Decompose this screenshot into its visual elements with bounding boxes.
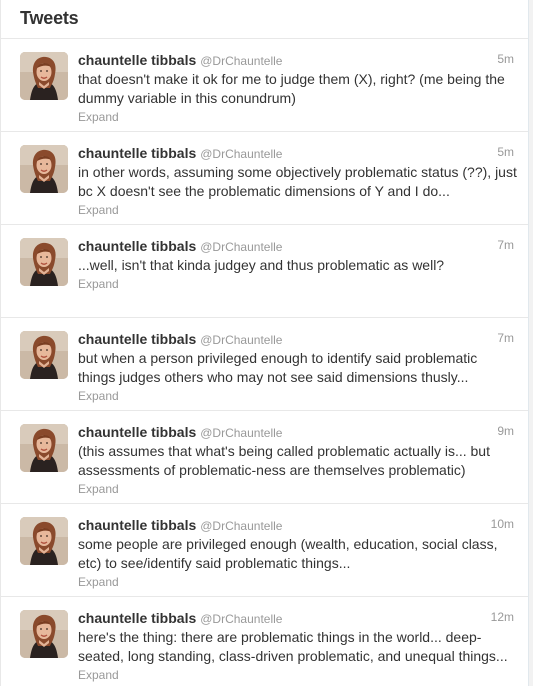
tweet[interactable]: chauntelle tibbals @DrChauntelle 9m (this… (1, 411, 528, 504)
tweet-text: (this assumes that what's being called p… (78, 443, 490, 478)
tweet-text: in other words, assuming some objectivel… (78, 164, 517, 199)
author-name[interactable]: chauntelle tibbals (78, 610, 196, 626)
author-handle[interactable]: @DrChauntelle (200, 54, 282, 68)
expand-link[interactable]: Expand (78, 668, 119, 682)
author-handle[interactable]: @DrChauntelle (200, 519, 282, 533)
tweet-text: but when a person privileged enough to i… (78, 350, 478, 385)
tweet-stream: Tweets chauntelle tibbals @DrChauntelle 5… (0, 0, 529, 686)
avatar[interactable] (20, 238, 68, 286)
tweet-text: that doesn't make it ok for me to judge … (78, 71, 505, 106)
author-handle[interactable]: @DrChauntelle (200, 333, 282, 347)
author-name[interactable]: chauntelle tibbals (78, 145, 196, 161)
tweet-header: chauntelle tibbals @DrChauntelle (78, 237, 516, 255)
profile-photo-icon (20, 517, 68, 565)
avatar[interactable] (20, 424, 68, 472)
profile-photo-icon (20, 331, 68, 379)
tweet-header: chauntelle tibbals @DrChauntelle (78, 516, 516, 534)
tweet-header: chauntelle tibbals @DrChauntelle (78, 609, 516, 627)
tweet[interactable]: chauntelle tibbals @DrChauntelle 12m here… (1, 597, 528, 686)
avatar[interactable] (20, 145, 68, 193)
tweet-header: chauntelle tibbals @DrChauntelle (78, 423, 516, 441)
expand-link[interactable]: Expand (78, 110, 119, 124)
profile-photo-icon (20, 52, 68, 100)
scrollbar-track[interactable] (529, 0, 533, 686)
tweet-text: here's the thing: there are problematic … (78, 629, 508, 664)
tweet-text: ...well, isn't that kinda judgey and thu… (78, 257, 445, 273)
author-name[interactable]: chauntelle tibbals (78, 517, 196, 533)
author-handle[interactable]: @DrChauntelle (200, 426, 282, 440)
avatar[interactable] (20, 517, 68, 565)
tweet[interactable]: chauntelle tibbals @DrChauntelle 5m in ot… (1, 132, 528, 225)
author-handle[interactable]: @DrChauntelle (200, 612, 282, 626)
tweet-timestamp[interactable]: 10m (491, 517, 514, 531)
profile-photo-icon (20, 238, 68, 286)
tweet[interactable]: chauntelle tibbals @DrChauntelle 7m but w… (1, 318, 528, 411)
tweet-timestamp[interactable]: 5m (497, 145, 514, 159)
tweet-header: chauntelle tibbals @DrChauntelle (78, 144, 516, 162)
tweet-header: chauntelle tibbals @DrChauntelle (78, 330, 516, 348)
profile-photo-icon (20, 145, 68, 193)
tweet[interactable]: chauntelle tibbals @DrChauntelle 7m ...we… (1, 225, 528, 318)
expand-link[interactable]: Expand (78, 575, 119, 589)
avatar[interactable] (20, 610, 68, 658)
avatar[interactable] (20, 331, 68, 379)
profile-photo-icon (20, 610, 68, 658)
author-name[interactable]: chauntelle tibbals (78, 424, 196, 440)
author-handle[interactable]: @DrChauntelle (200, 240, 282, 254)
tweet-text: some people are privileged enough (wealt… (78, 536, 498, 571)
tweet-timestamp[interactable]: 5m (497, 52, 514, 66)
profile-photo-icon (20, 424, 68, 472)
author-name[interactable]: chauntelle tibbals (78, 331, 196, 347)
tweet-timestamp[interactable]: 7m (497, 331, 514, 345)
tweet-timestamp[interactable]: 12m (491, 610, 514, 624)
author-name[interactable]: chauntelle tibbals (78, 238, 196, 254)
stream-header: Tweets (1, 0, 528, 39)
author-name[interactable]: chauntelle tibbals (78, 52, 196, 68)
tweet-timestamp[interactable]: 7m (497, 238, 514, 252)
tweet-list: chauntelle tibbals @DrChauntelle 5m that … (1, 39, 528, 686)
tweet[interactable]: chauntelle tibbals @DrChauntelle 10m some… (1, 504, 528, 597)
expand-link[interactable]: Expand (78, 482, 119, 496)
page-title: Tweets (20, 8, 79, 28)
expand-link[interactable]: Expand (78, 277, 119, 291)
tweet-header: chauntelle tibbals @DrChauntelle (78, 51, 516, 69)
author-handle[interactable]: @DrChauntelle (200, 147, 282, 161)
tweet-timestamp[interactable]: 9m (497, 424, 514, 438)
expand-link[interactable]: Expand (78, 389, 119, 403)
avatar[interactable] (20, 52, 68, 100)
expand-link[interactable]: Expand (78, 203, 119, 217)
tweet[interactable]: chauntelle tibbals @DrChauntelle 5m that … (1, 39, 528, 132)
